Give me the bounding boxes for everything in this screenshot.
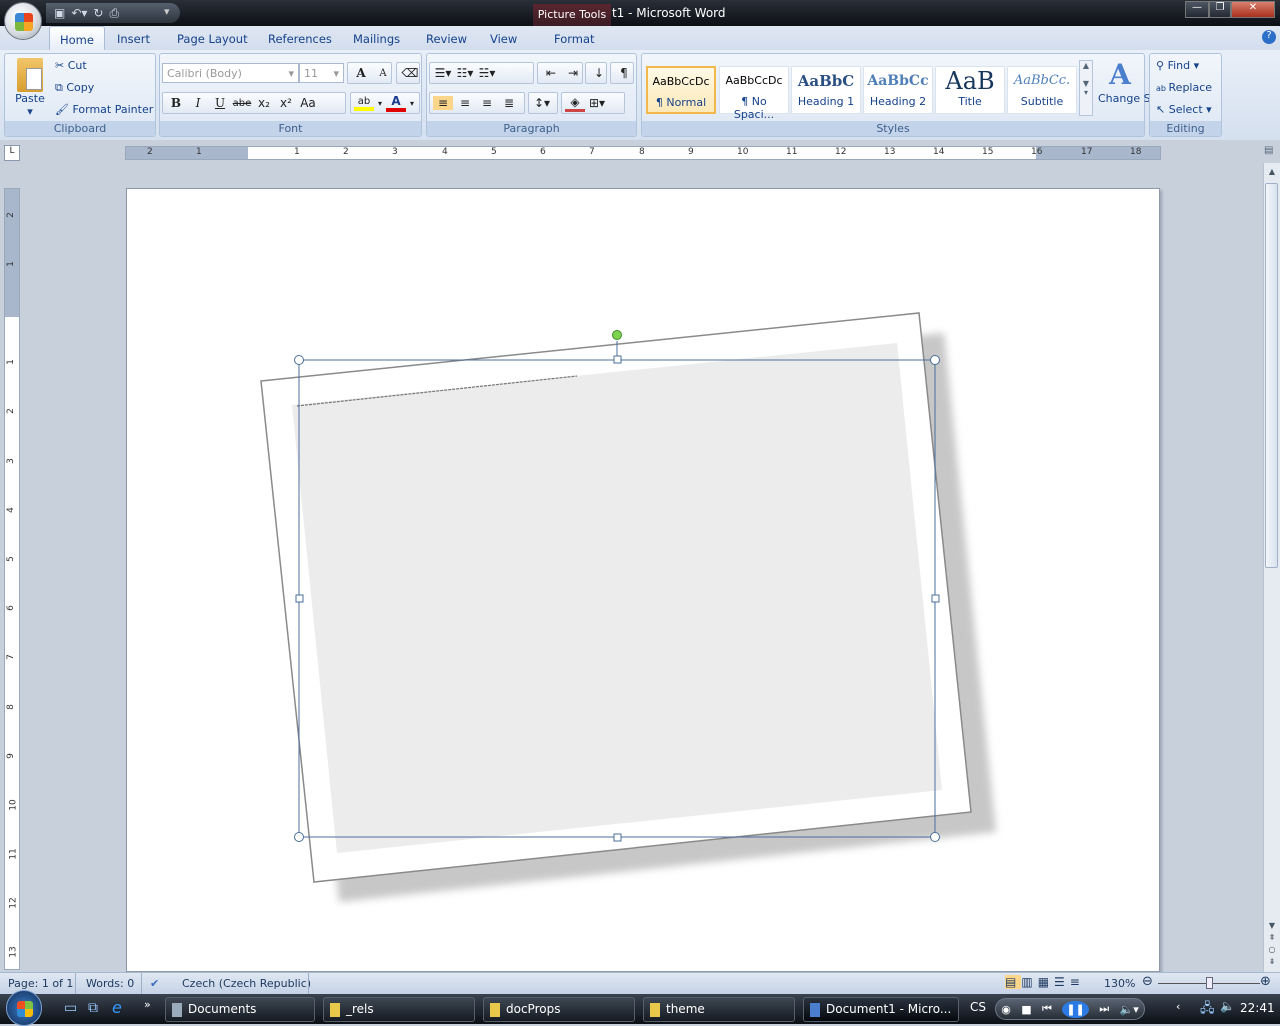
resize-handle-sw[interactable] (294, 832, 304, 842)
chevron-more-icon[interactable]: » (144, 998, 151, 1011)
zoom-in-button[interactable]: ⊕ (1260, 974, 1271, 989)
language-indicator[interactable]: CS (970, 1000, 986, 1014)
network-icon[interactable]: 🖧 (1200, 999, 1215, 1021)
outline-icon[interactable]: ☰ (1054, 975, 1070, 989)
switch-windows-icon[interactable]: ⧉ (88, 1000, 98, 1016)
start-button[interactable] (6, 990, 42, 1026)
proofing-icon[interactable]: ✔ (150, 977, 159, 990)
resize-handle-ne[interactable] (930, 355, 940, 365)
scroll-thumb[interactable] (1265, 183, 1278, 568)
clock[interactable]: 22:41 (1240, 1001, 1275, 1015)
pause-icon[interactable]: ❚❚ (1062, 1000, 1089, 1018)
resize-handle-e[interactable] (931, 594, 940, 603)
taskbar-label: _rels (346, 1002, 374, 1016)
zoom-out-button[interactable]: ⊖ (1142, 974, 1153, 989)
folder-icon (330, 1002, 340, 1017)
taskbar-item-word[interactable]: Document1 - Micro... (803, 997, 959, 1022)
word-icon (810, 1002, 820, 1017)
show-desktop-icon[interactable]: ▭ (64, 1000, 77, 1016)
resize-handle-s[interactable] (613, 833, 622, 842)
folder-icon (172, 1002, 182, 1017)
taskbar-label: Document1 - Micro... (826, 1002, 952, 1016)
volume-icon[interactable]: 🔈▾ (1120, 1003, 1139, 1016)
zoom-slider-thumb[interactable] (1206, 977, 1213, 989)
taskbar: ▭ ⧉ e » Documents _rels docProps theme D… (0, 990, 1280, 1026)
view-buttons[interactable]: ▤▥▦☰≡ (1005, 975, 1085, 989)
office-logo-icon (15, 13, 33, 31)
zoom-level[interactable]: 130% (1104, 977, 1135, 990)
status-bar: Page: 1 of 1 Words: 0 ✔ Czech (Czech Rep… (0, 972, 1280, 995)
draft-icon[interactable]: ≡ (1070, 975, 1085, 989)
picture-canvas (260, 312, 996, 902)
language[interactable]: Czech (Czech Republic) (182, 977, 311, 990)
resize-handle-n[interactable] (613, 355, 622, 364)
web-layout-icon[interactable]: ▦ (1038, 975, 1054, 989)
print-layout-icon[interactable]: ▤ (1005, 975, 1022, 989)
scroll-up-arrow[interactable]: ▲ (1264, 167, 1280, 176)
word-count[interactable]: Words: 0 (86, 977, 134, 990)
taskbar-item-documents[interactable]: Documents (165, 997, 315, 1022)
divider (141, 973, 142, 995)
folder-icon (650, 1002, 660, 1017)
internet-explorer-icon[interactable]: e (112, 998, 122, 1017)
resize-handle-se[interactable] (930, 832, 940, 842)
show-hidden-icons[interactable]: ‹ (1176, 1000, 1180, 1013)
next-icon[interactable]: ⏭ (1099, 1002, 1109, 1016)
taskbar-item-docprops[interactable]: docProps (483, 997, 635, 1022)
full-screen-reading-icon[interactable]: ▥ (1021, 975, 1037, 989)
media-player-icon[interactable]: ◉ (1001, 1003, 1011, 1016)
taskbar-label: docProps (506, 1002, 561, 1016)
browse-buttons[interactable]: ▼ ⇞ ○ ⇟ (1264, 920, 1280, 968)
stop-icon[interactable]: ■ (1021, 1003, 1031, 1016)
speaker-icon[interactable]: 🔈 (1220, 999, 1235, 1013)
previous-icon[interactable]: ⏮ (1042, 1002, 1052, 1016)
picture-placeholder (292, 343, 942, 853)
office-button[interactable] (4, 2, 42, 40)
taskbar-label: Documents (188, 1002, 257, 1016)
taskbar-label: theme (666, 1002, 705, 1016)
resize-handle-nw[interactable] (294, 355, 304, 365)
taskbar-item-theme[interactable]: theme (643, 997, 795, 1022)
divider (75, 973, 76, 995)
taskbar-item-rels[interactable]: _rels (323, 997, 475, 1022)
folder-icon (490, 1002, 500, 1017)
windows-logo-icon (17, 1001, 33, 1017)
page-count[interactable]: Page: 1 of 1 (8, 977, 73, 990)
rotate-handle[interactable] (612, 330, 622, 340)
divider (308, 973, 309, 995)
media-player-toolbar: ◉ ■ ⏮ ❚❚ ⏭ 🔈▾ (995, 998, 1145, 1020)
resize-handle-w[interactable] (295, 594, 304, 603)
